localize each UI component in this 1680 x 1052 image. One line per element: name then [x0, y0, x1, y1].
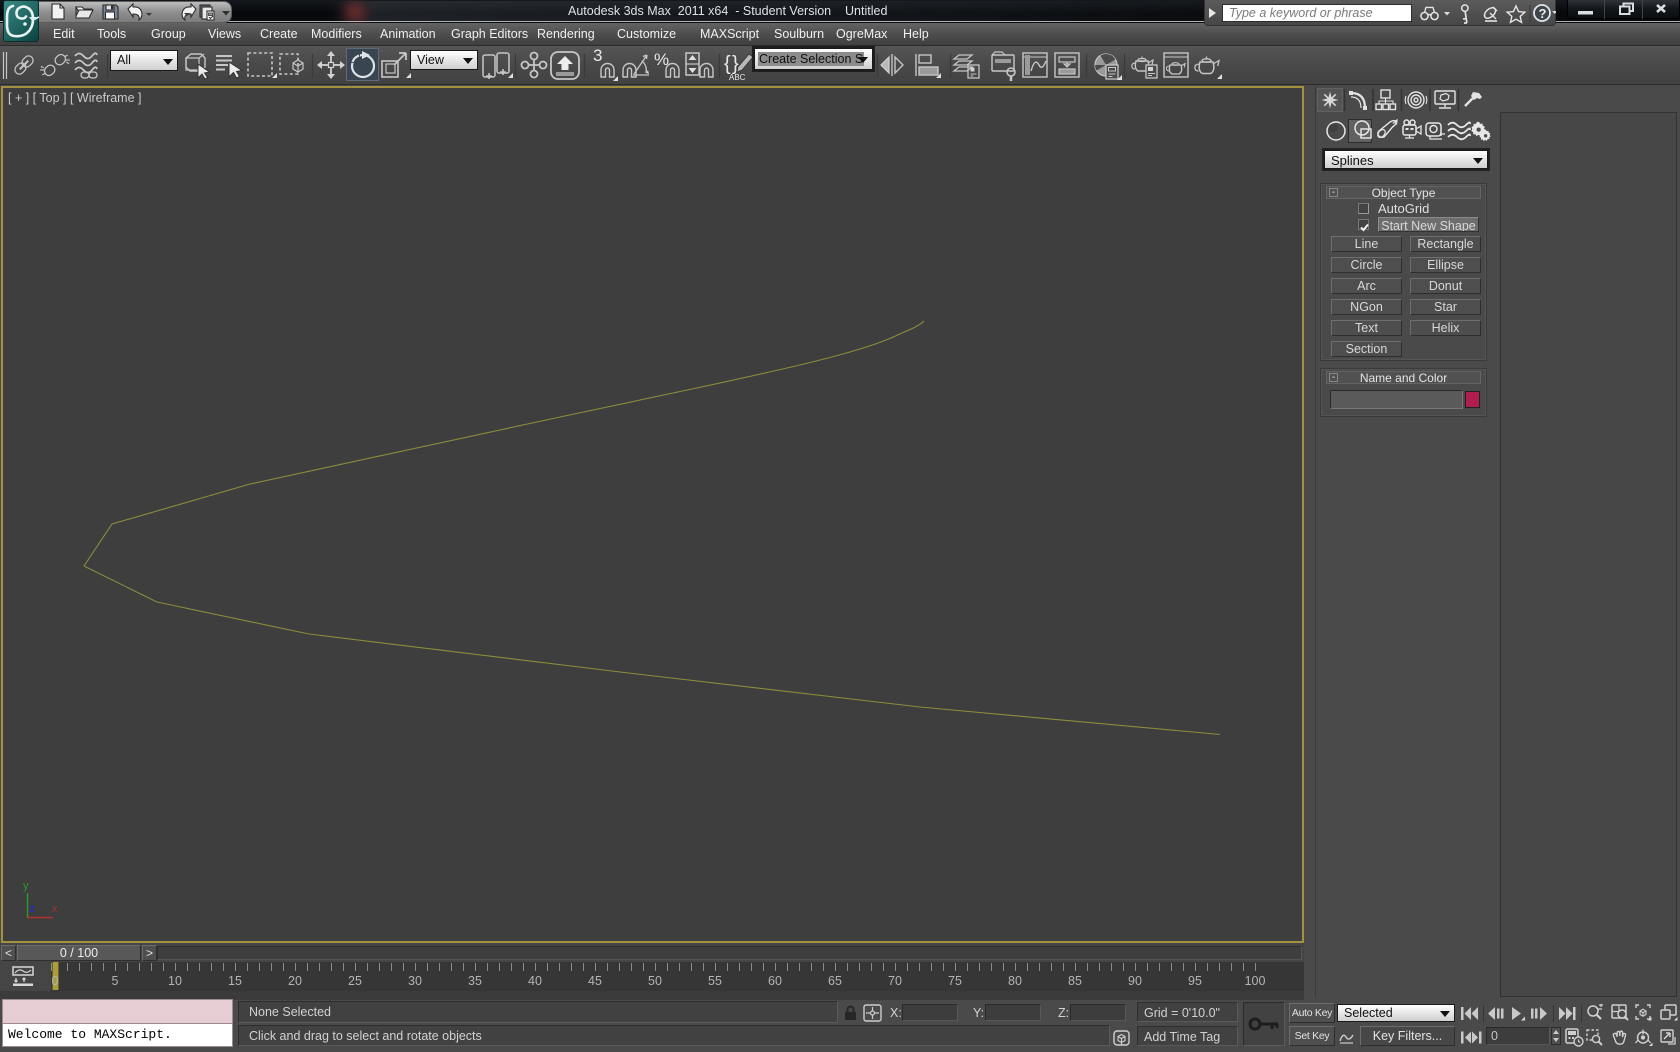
svg-text:{: {	[724, 53, 731, 75]
svg-text:z: z	[30, 903, 36, 915]
svg-text:x: x	[52, 903, 58, 915]
svg-text:3: 3	[593, 46, 602, 65]
svg-text:y: y	[23, 880, 29, 892]
svg-text:?: ?	[1539, 6, 1547, 21]
svg-text:ABC: ABC	[729, 73, 746, 82]
